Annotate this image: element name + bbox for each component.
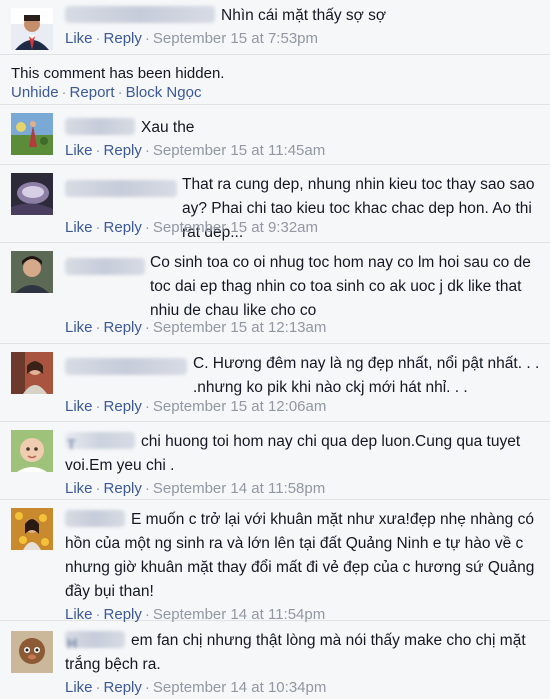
comment-item: Xau the Like · Reply · September 15 at 11:45…: [0, 105, 550, 165]
timestamp[interactable]: September 15 at 12:06am: [153, 398, 326, 415]
commenter-name[interactable]: [65, 358, 187, 375]
timestamp[interactable]: September 15 at 7:53pm: [153, 30, 318, 47]
separator-dot: ·: [144, 398, 150, 415]
avatar[interactable]: [11, 251, 53, 293]
like-link[interactable]: Like: [65, 679, 93, 696]
comment-item: That ra cung dep, nhung nhin kieu toc th…: [0, 165, 550, 243]
comment-actions: Like · Reply · September 15 at 12:13am: [65, 317, 326, 339]
comment-actions: Like · Reply · September 15 at 7:53pm: [65, 28, 544, 50]
comment-item: Co sinh toa co oi nhug toc hom nay co lm…: [0, 243, 550, 344]
like-link[interactable]: Like: [65, 398, 93, 415]
like-link[interactable]: Like: [65, 142, 93, 159]
separator-dot: ·: [95, 398, 101, 415]
unhide-link[interactable]: Unhide: [11, 84, 59, 101]
commenter-name[interactable]: [65, 6, 215, 23]
comment-actions: Like · Reply · September 15 at 11:45am: [65, 140, 544, 162]
separator-dot: ·: [144, 219, 150, 236]
separator-dot: ·: [95, 30, 101, 47]
reply-link[interactable]: Reply: [104, 142, 142, 159]
separator-dot: ·: [144, 679, 150, 696]
reply-link[interactable]: Reply: [104, 679, 142, 696]
comment-item: Nhìn cái mặt thấy sợ sợ Like · Reply · Septe…: [0, 0, 550, 55]
separator-dot: ·: [95, 142, 101, 159]
commenter-initial: T: [67, 436, 76, 452]
comment-item: C. Hương đêm nay là ng đẹp nhất, nổi pật…: [0, 344, 550, 422]
reply-link[interactable]: Reply: [104, 480, 142, 497]
like-link[interactable]: Like: [65, 480, 93, 497]
reply-link[interactable]: Reply: [104, 398, 142, 415]
block-user-link[interactable]: Block Ngọc: [126, 84, 202, 101]
timestamp[interactable]: September 15 at 12:13am: [153, 319, 326, 336]
separator-dot: ·: [144, 319, 150, 336]
timestamp[interactable]: September 14 at 11:58pm: [153, 480, 325, 497]
comment-feed: Nhìn cái mặt thấy sợ sợ Like · Reply · Septe…: [0, 0, 550, 699]
commenter-name[interactable]: [65, 180, 177, 197]
separator-dot: ·: [95, 319, 101, 336]
comment-text: E muốn c trở lại với khuân mặt như xưa!đ…: [65, 511, 535, 600]
like-link[interactable]: Like: [65, 30, 93, 47]
reply-link[interactable]: Reply: [104, 319, 142, 336]
hidden-notice: This comment has been hidden.: [11, 65, 225, 82]
comment-actions: Like · Reply · September 14 at 11:58pm: [65, 478, 544, 500]
reply-link[interactable]: Reply: [104, 30, 142, 47]
separator-dot: ·: [61, 84, 67, 101]
separator-dot: ·: [144, 480, 150, 497]
comment-item: Tchi huong toi hom nay chi qua dep luon.…: [0, 422, 550, 500]
commenter-name[interactable]: [65, 510, 125, 527]
avatar[interactable]: [11, 8, 53, 50]
timestamp[interactable]: September 15 at 11:45am: [153, 142, 325, 159]
report-link[interactable]: Report: [70, 84, 115, 101]
comment-item: E muốn c trở lại với khuân mặt như xưa!đ…: [0, 500, 550, 623]
comment-item: Hem fan chị nhưng thật lòng mà nói thấy …: [0, 621, 550, 699]
commenter-name[interactable]: H: [65, 631, 125, 651]
timestamp[interactable]: September 14 at 10:34pm: [153, 679, 326, 696]
comment-text: C. Hương đêm nay là ng đẹp nhất, nổi pật…: [193, 355, 540, 396]
comment-text: Xau the: [141, 119, 195, 136]
commenter-name[interactable]: T: [65, 432, 135, 452]
avatar[interactable]: [11, 352, 53, 394]
like-link[interactable]: Like: [65, 219, 93, 236]
comment-actions: Like · Reply · September 15 at 9:32am: [65, 217, 318, 239]
avatar[interactable]: [11, 113, 53, 155]
comment-text: Co sinh toa co oi nhug toc hom nay co lm…: [150, 254, 531, 319]
reply-link[interactable]: Reply: [104, 219, 142, 236]
comment-actions: Like · Reply · September 15 at 12:06am: [65, 396, 326, 418]
comment-text: Nhìn cái mặt thấy sợ sợ: [221, 7, 387, 24]
separator-dot: ·: [144, 142, 150, 159]
separator-dot: ·: [144, 30, 150, 47]
hidden-comment: This comment has been hidden. Unhide · Rep…: [0, 55, 550, 105]
separator-dot: ·: [117, 84, 123, 101]
commenter-initial: H: [67, 635, 78, 651]
comment-actions: Like · Reply · September 14 at 10:34pm: [65, 677, 544, 699]
hidden-actions: Unhide · Report · Block Ngọc: [11, 84, 201, 101]
commenter-name[interactable]: [65, 258, 145, 275]
separator-dot: ·: [95, 219, 101, 236]
avatar[interactable]: [11, 173, 53, 215]
avatar[interactable]: [11, 430, 53, 472]
comment-text: em fan chị nhưng thật lòng mà nói thấy m…: [65, 632, 526, 673]
separator-dot: ·: [95, 679, 101, 696]
avatar[interactable]: [11, 631, 53, 673]
timestamp[interactable]: September 15 at 9:32am: [153, 219, 318, 236]
avatar[interactable]: [11, 508, 53, 550]
separator-dot: ·: [95, 480, 101, 497]
like-link[interactable]: Like: [65, 319, 93, 336]
commenter-name[interactable]: [65, 118, 135, 135]
